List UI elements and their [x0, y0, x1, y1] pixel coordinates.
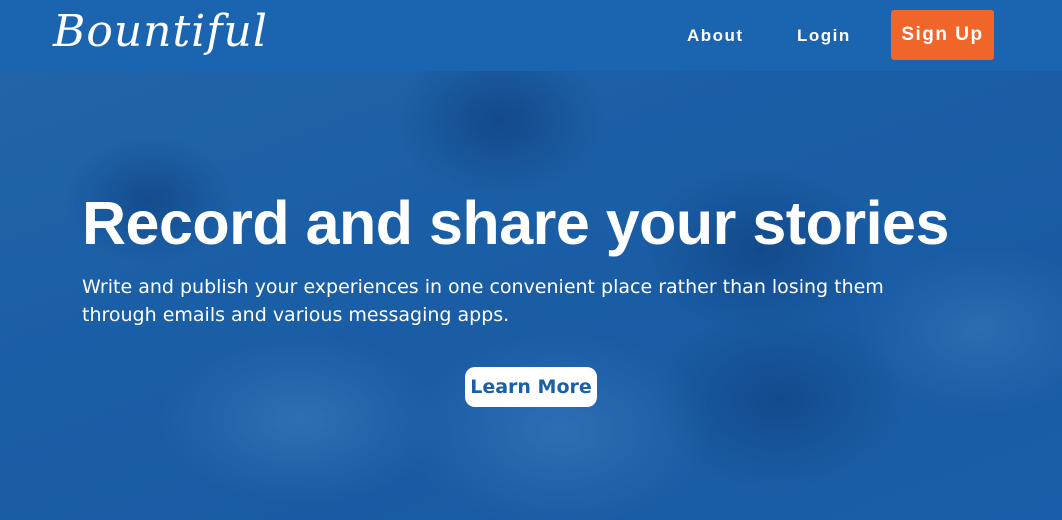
hero-title: Record and share your stories — [82, 189, 949, 257]
nav-link-login[interactable]: Login — [797, 26, 851, 46]
hero-subtitle: Write and publish your experiences in on… — [82, 276, 884, 326]
nav-link-about[interactable]: About — [687, 26, 744, 46]
learn-more-button[interactable]: Learn More — [465, 367, 597, 407]
signup-button[interactable]: Sign Up — [891, 10, 994, 60]
hero-background-image — [0, 0, 1062, 520]
landing-page: Bountiful About Login Sign Up Record and… — [0, 0, 1062, 520]
brand-logo[interactable]: Bountiful — [53, 6, 268, 57]
navbar: Bountiful About Login Sign Up — [0, 0, 1062, 71]
